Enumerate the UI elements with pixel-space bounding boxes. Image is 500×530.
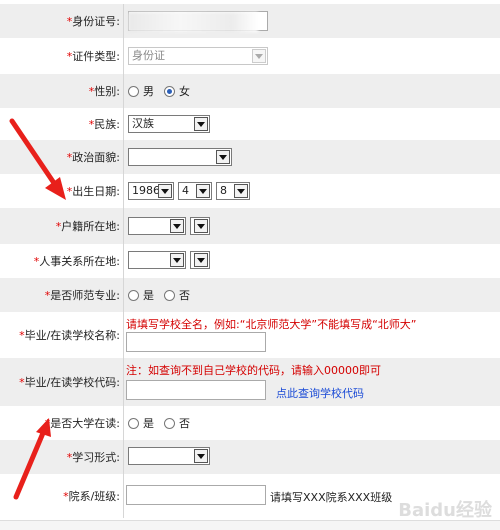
school-name-note: 请填写学校全名，例如:“北京师范大学”不能填写成“北师大” bbox=[126, 318, 417, 331]
baidu-watermark: Baidu经验 bbox=[398, 500, 492, 521]
row-hukou-location: * 户籍所在地: bbox=[0, 208, 500, 244]
normal-major-radio-group: 是 否 bbox=[128, 287, 196, 303]
chevron-down-icon bbox=[194, 449, 208, 463]
row-study-form: * 学习形式: bbox=[0, 440, 500, 474]
gender-radio-group: 男 女 bbox=[128, 83, 196, 99]
school-name-field[interactable] bbox=[126, 332, 266, 352]
row-birth-date: * 出生日期: 1986 4 8 bbox=[0, 174, 500, 208]
study-form-select[interactable] bbox=[128, 447, 210, 465]
chevron-down-icon bbox=[194, 253, 208, 267]
row-is-student: * 是否大学在读: 是 否 bbox=[0, 406, 500, 440]
is-student-label: * 是否大学在读: bbox=[0, 406, 124, 440]
school-code-note: 注：如查询不到自己学校的代码，请输入00000即可 bbox=[126, 364, 381, 377]
normal-major-label: * 是否师范专业: bbox=[0, 278, 124, 312]
chevron-down-icon bbox=[196, 184, 210, 198]
hukou-location-label: * 户籍所在地: bbox=[0, 208, 124, 244]
personnel-city-select[interactable] bbox=[190, 251, 210, 269]
normal-major-no-radio[interactable] bbox=[164, 289, 175, 301]
school-code-label: * 毕业/在读学校代码: bbox=[0, 358, 124, 406]
row-id-number: * 身份证号: bbox=[0, 4, 500, 38]
birth-date-label: * 出生日期: bbox=[0, 174, 124, 208]
political-status-select[interactable] bbox=[128, 148, 232, 166]
bottom-strip bbox=[0, 520, 500, 530]
registration-form: * 身份证号: * 证件类型: 身份证 * 性别: 男 女 * 民族: 汉族 *… bbox=[0, 0, 500, 520]
normal-major-yes-radio[interactable] bbox=[128, 289, 139, 301]
personnel-province-select[interactable] bbox=[128, 251, 186, 269]
personnel-location-label: * 人事关系所在地: bbox=[0, 244, 124, 278]
id-type-label: * 证件类型: bbox=[0, 38, 124, 74]
birth-year-select[interactable]: 1986 bbox=[128, 182, 174, 200]
blurred-id-number bbox=[128, 12, 258, 32]
chevron-down-icon bbox=[170, 219, 184, 233]
study-form-label: * 学习形式: bbox=[0, 440, 124, 474]
row-ethnicity: * 民族: 汉族 bbox=[0, 108, 500, 140]
query-school-code-link[interactable]: 点此查询学校代码 bbox=[276, 385, 364, 401]
row-id-type: * 证件类型: 身份证 bbox=[0, 38, 500, 74]
row-personnel-location: * 人事关系所在地: bbox=[0, 244, 500, 278]
id-number-label: * 身份证号: bbox=[0, 4, 124, 38]
id-type-select[interactable]: 身份证 bbox=[128, 47, 268, 65]
chevron-down-icon bbox=[158, 184, 172, 198]
gender-label: * 性别: bbox=[0, 74, 124, 108]
department-class-field[interactable] bbox=[126, 485, 266, 505]
chevron-down-icon bbox=[170, 253, 184, 267]
hukou-province-select[interactable] bbox=[128, 217, 186, 235]
birth-day-select[interactable]: 8 bbox=[216, 182, 250, 200]
chevron-down-icon bbox=[252, 49, 266, 63]
school-name-label: * 毕业/在读学校名称: bbox=[0, 312, 124, 358]
department-class-label: * 院系/班级: bbox=[0, 474, 124, 518]
chevron-down-icon bbox=[194, 219, 208, 233]
hukou-city-select[interactable] bbox=[190, 217, 210, 235]
row-political-status: * 政治面貌: bbox=[0, 140, 500, 174]
is-student-no-radio[interactable] bbox=[164, 417, 175, 429]
ethnicity-select[interactable]: 汉族 bbox=[128, 115, 210, 133]
ethnicity-label: * 民族: bbox=[0, 108, 124, 140]
row-school-name: * 毕业/在读学校名称: 请填写学校全名，例如:“北京师范大学”不能填写成“北师大… bbox=[0, 312, 500, 358]
row-normal-major: * 是否师范专业: 是 否 bbox=[0, 278, 500, 312]
gender-male-radio[interactable] bbox=[128, 85, 139, 97]
is-student-yes-radio[interactable] bbox=[128, 417, 139, 429]
department-class-hint: 请填写XXX院系XXX班级 bbox=[270, 491, 393, 504]
school-code-field[interactable] bbox=[126, 380, 266, 400]
political-status-label: * 政治面貌: bbox=[0, 140, 124, 174]
row-school-code: * 毕业/在读学校代码: 注：如查询不到自己学校的代码，请输入00000即可 点此… bbox=[0, 358, 500, 406]
chevron-down-icon bbox=[216, 150, 230, 164]
row-gender: * 性别: 男 女 bbox=[0, 74, 500, 108]
chevron-down-icon bbox=[234, 184, 248, 198]
gender-female-radio[interactable] bbox=[164, 85, 175, 97]
birth-month-select[interactable]: 4 bbox=[178, 182, 212, 200]
chevron-down-icon bbox=[194, 117, 208, 131]
is-student-radio-group: 是 否 bbox=[128, 415, 196, 431]
